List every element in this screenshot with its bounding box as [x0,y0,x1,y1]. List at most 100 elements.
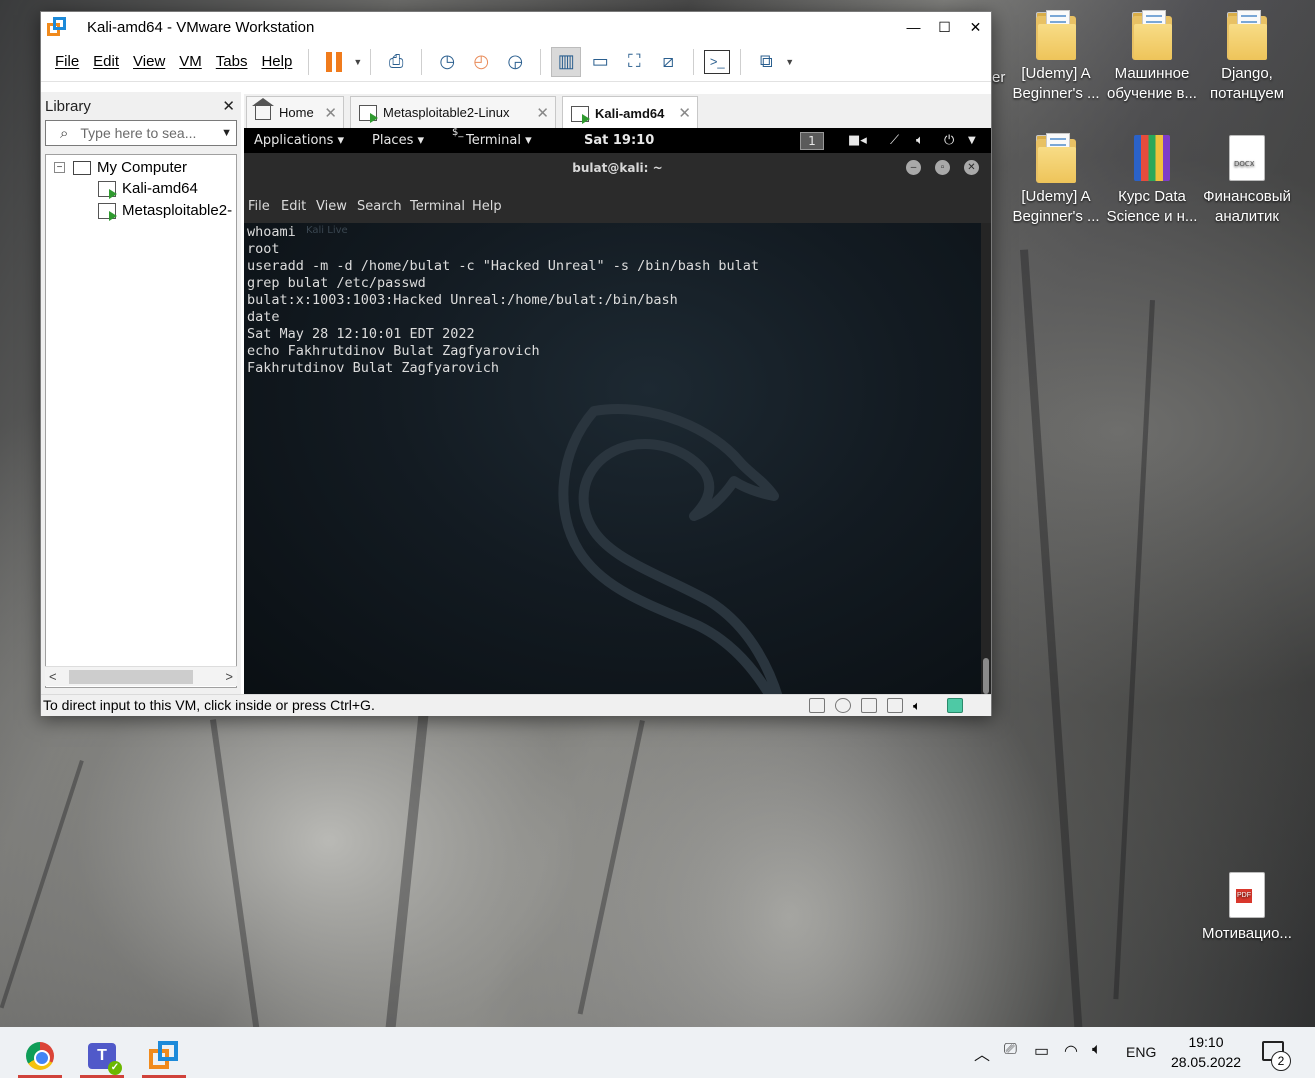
scroll-thumb[interactable] [983,658,989,694]
network-adapter-icon[interactable] [861,698,877,713]
vm-running-icon [571,105,590,124]
desktop-folder-ml[interactable]: Машинное обучение в... [1104,10,1200,104]
library-search-input[interactable]: ⌕ Type here to sea... ▼ [45,120,237,146]
home-icon [252,97,274,120]
desktop-folder-udemy-1[interactable]: [Udemy] A Beginner's ... [1008,10,1104,104]
collapse-icon[interactable]: − [54,162,65,173]
show-hidden-icons-icon[interactable]: ︿ [974,1041,990,1065]
system-clock[interactable]: 19:10 28.05.2022 [1160,1032,1252,1072]
network-icon[interactable]: ⟋ [890,133,899,148]
terminal-line: echo Fakhrutdinov Bulat Zagfyarovich [247,343,540,359]
library-close-icon[interactable]: ✕ [222,97,235,115]
clock-time: 19:10 [1188,1034,1224,1050]
desktop-icon-label: [Udemy] A [1021,65,1091,82]
vm-display[interactable]: Applications ▾ Places ▾ $_ Terminal ▾ Sa… [244,128,991,698]
terminal-menu-edit[interactable]: Edit [281,199,306,214]
power-icon[interactable]: ⏻ [944,133,954,148]
sound-card-icon[interactable]: 🔈︎ [913,696,929,713]
scroll-right-icon[interactable]: > [225,669,233,684]
stretch-guest-icon[interactable]: ⧉ [751,47,781,77]
printer-icon[interactable] [887,698,903,713]
volume-icon[interactable]: 🔈︎ [916,133,924,148]
tab-close-icon[interactable]: ✕ [536,104,549,122]
input-language[interactable]: ENG [1126,1044,1156,1060]
menu-edit[interactable]: Edit [93,53,119,70]
status-text: To direct input to this VM, click inside… [43,697,375,713]
meet-now-icon[interactable]: ⎚ [1004,1041,1017,1059]
revert-snapshot-icon[interactable]: ◴ [466,47,496,77]
desktop-icon-label: потанцуем [1209,85,1285,102]
vmware-taskbar-button[interactable] [138,1033,190,1078]
gnome-top-panel: Applications ▾ Places ▾ $_ Terminal ▾ Sa… [244,128,991,153]
stretch-dropdown-icon[interactable]: ▼ [785,57,794,67]
menu-tabs[interactable]: Tabs [216,53,248,70]
battery-icon[interactable]: ▭ [1034,1041,1049,1061]
tab-metasploitable[interactable]: Metasploitable2-Linux ✕ [350,96,556,128]
terminal-app-menu[interactable]: Terminal ▾ [466,133,532,148]
search-dropdown-icon[interactable]: ▼ [221,127,232,139]
tab-kali[interactable]: Kali-amd64 ✕ [562,96,698,130]
teams-taskbar-button[interactable]: T [76,1033,128,1078]
tab-home[interactable]: Home ✕ [246,96,344,128]
close-button[interactable]: ✕ [960,19,991,36]
terminal-menu-view[interactable]: View [316,199,347,214]
menu-view[interactable]: View [133,53,165,70]
wifi-icon[interactable]: ◠ [1064,1041,1078,1061]
desktop-folder-udemy-2[interactable]: [Udemy] A Beginner's ... [1008,133,1104,227]
volume-icon[interactable]: 🔈︎ [1092,1041,1102,1059]
scroll-left-icon[interactable]: < [49,669,57,684]
panel-clock[interactable]: Sat 19:10 [584,133,654,148]
chrome-icon [26,1041,54,1070]
hard-disk-icon[interactable] [809,698,825,713]
terminal-menu-search[interactable]: Search [357,199,402,214]
unity-icon[interactable]: ⧄ [653,47,683,77]
minimize-button[interactable]: — [898,19,929,35]
applications-menu[interactable]: Applications ▾ [254,133,344,148]
terminal-maximize-button[interactable]: ▫ [935,160,950,175]
desktop-icon-label: аналитик [1215,208,1279,225]
snapshot-manager-icon[interactable]: ◶ [500,47,530,77]
cd-dvd-icon[interactable] [835,698,851,713]
places-menu[interactable]: Places ▾ [372,133,424,148]
message-log-icon[interactable] [947,698,963,713]
desktop-pdf-motivation[interactable]: PDF Мотивацио... [1199,870,1295,944]
tree-node-kali[interactable]: Kali-amd64 [98,180,198,199]
terminal-minimize-button[interactable]: – [906,160,921,175]
snapshot-icon[interactable]: ◷ [432,47,462,77]
desktop-folder-django[interactable]: Django, потанцуем [1199,10,1295,104]
desktop-archive-datascience[interactable]: Курс Data Science и н... [1104,133,1200,227]
desktop-docx-finance[interactable]: DOCX Финансовый аналитик [1199,133,1295,227]
full-screen-icon[interactable]: ⛶ [619,47,649,77]
terminal-scrollbar[interactable] [981,223,991,698]
tab-close-icon[interactable]: ✕ [678,104,691,122]
power-dropdown-icon[interactable]: ▼ [968,135,976,146]
chrome-taskbar-button[interactable] [14,1033,66,1078]
send-ctrl-alt-del-icon[interactable]: ⎙ [381,47,411,77]
tree-node-metasploitable[interactable]: Metasploitable2- [98,202,232,221]
menu-vm[interactable]: VM [179,53,202,70]
library-horizontal-scrollbar[interactable]: < > [45,666,237,686]
terminal-line: useradd -m -d /home/bulat -c "Hacked Unr… [247,258,760,274]
menu-file[interactable]: File [55,53,79,70]
terminal-menu-help[interactable]: Help [472,199,502,214]
folder-icon [1132,10,1172,60]
console-view-icon[interactable]: >_ [704,49,731,74]
maximize-button[interactable]: ☐ [929,19,960,36]
menu-help[interactable]: Help [261,53,292,70]
pause-icon[interactable] [319,47,349,77]
pause-dropdown-icon[interactable]: ▼ [353,57,362,67]
thumbnail-bar-icon[interactable]: ▭ [585,47,615,77]
terminal-menu-file[interactable]: File [248,199,270,214]
desktop-icon-label: Django, [1221,65,1273,82]
terminal-title-bar[interactable]: bulat@kali: ~ [244,153,991,186]
terminal-close-button[interactable]: ✕ [964,160,979,175]
scroll-thumb[interactable] [69,670,193,684]
tab-close-icon[interactable]: ✕ [324,104,337,122]
show-library-icon[interactable]: ▥ [551,46,582,77]
terminal-menu-terminal[interactable]: Terminal [410,199,465,214]
title-bar[interactable]: Kali-amd64 - VMware Workstation — ☐ ✕ [41,12,991,42]
screen-record-icon[interactable]: ■◂ [848,133,867,148]
desktop-icon-label: Science и н... [1106,208,1198,225]
workspace-indicator[interactable]: 1 [800,132,824,150]
tree-node-my-computer[interactable]: − My Computer [54,159,187,176]
